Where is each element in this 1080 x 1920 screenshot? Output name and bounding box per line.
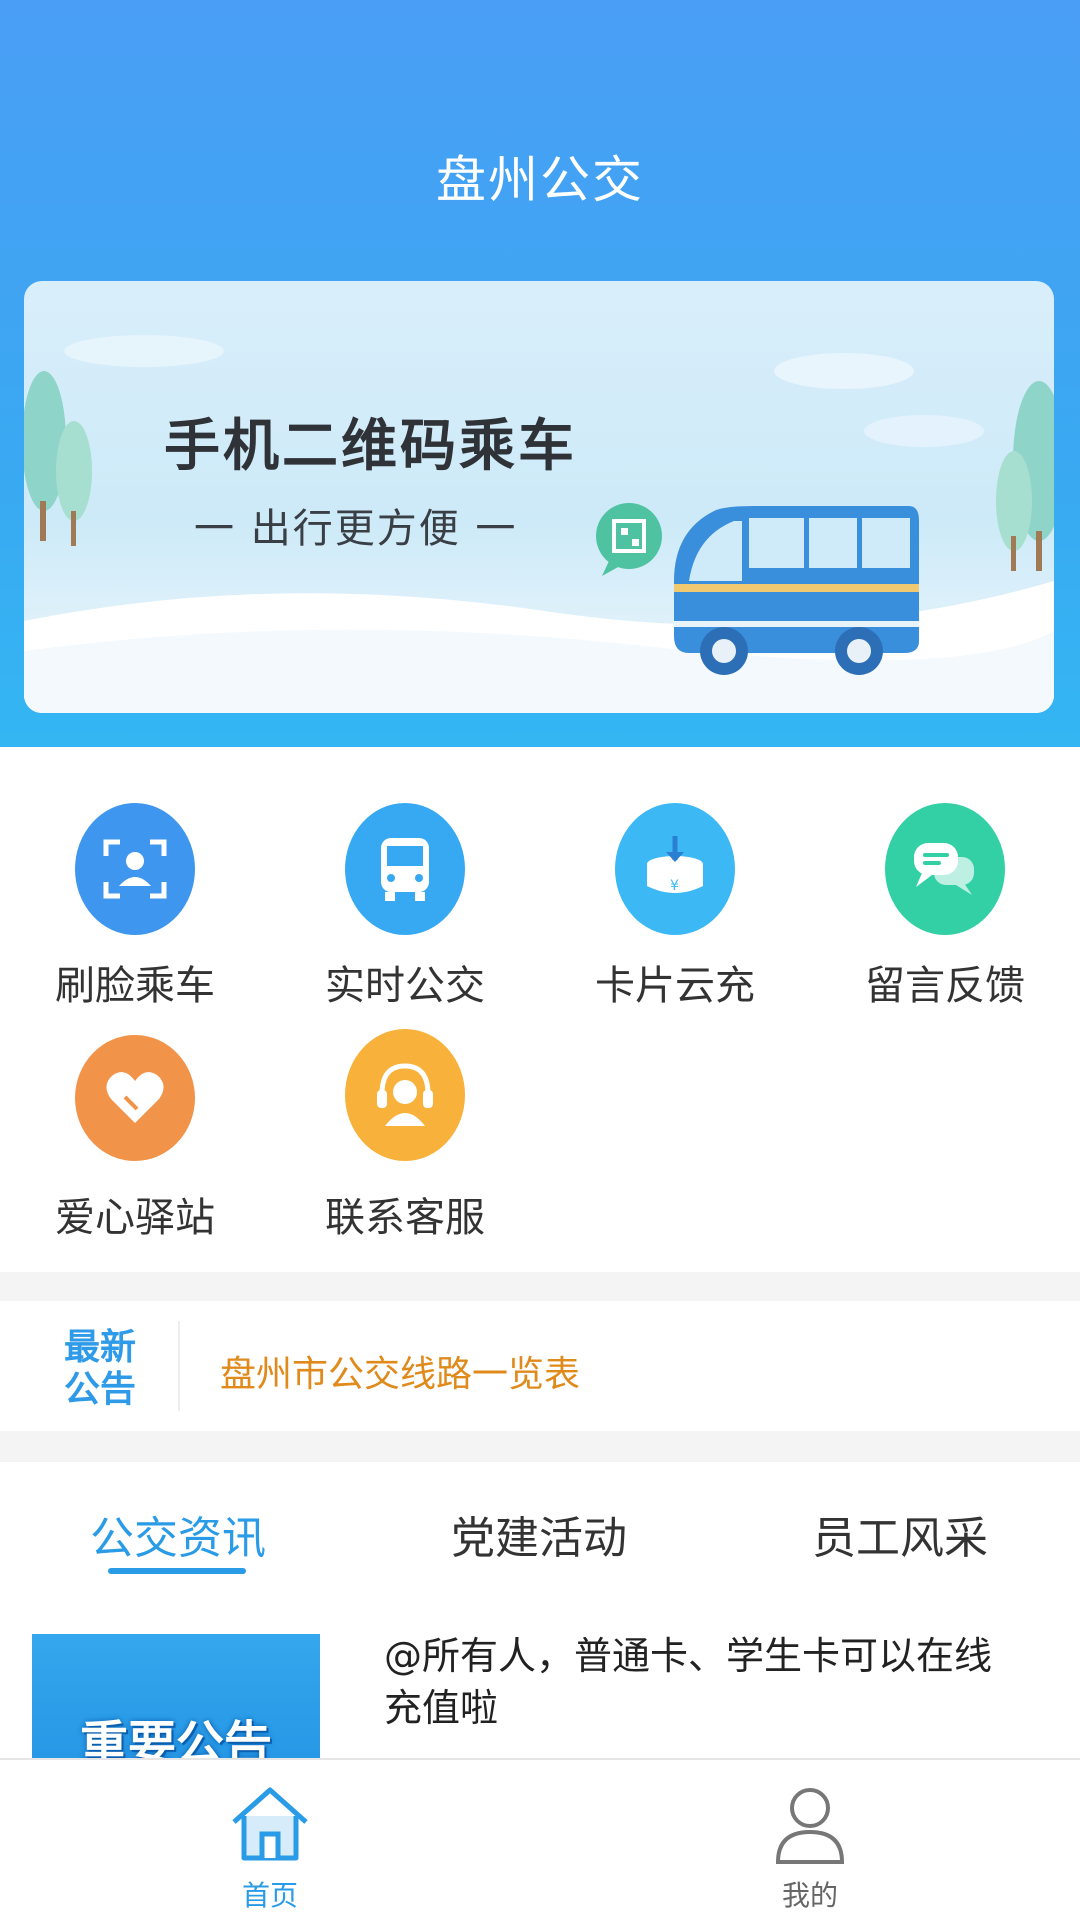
header: 盘州公交 手机二维码乘车 一 出行更方便 一 [0,0,1080,747]
love-station-button[interactable]: 爱心驿站 [0,1035,270,1255]
bottom-nav: 首页 我的 [0,1758,1080,1920]
function-grid: 刷脸乘车 实时公交 ¥ 卡片云充 留言反馈 爱心驿站 联系客服 [0,747,1080,1272]
app-title: 盘州公交 [436,151,644,209]
tab-bus-news[interactable]: 公交资讯 [90,1502,266,1566]
notice-bar[interactable]: 最新 公告 盘州市公交线路一览表 [0,1301,1080,1431]
card-recharge-icon: ¥ [615,803,735,935]
nav-mine-label: 我的 [781,1879,838,1912]
heart-icon [75,1035,195,1161]
user-icon [768,1782,852,1870]
headset-icon [345,1029,465,1161]
bus-illustration [674,506,919,675]
nav-home-label: 首页 [241,1879,298,1912]
tab-staff-style[interactable]: 员工风采 [812,1502,988,1566]
banner-title: 手机二维码乘车 [164,414,577,479]
banner-carousel[interactable]: 手机二维码乘车 一 出行更方便 一 [24,281,1054,713]
nav-mine[interactable]: 我的 [540,1760,1080,1920]
home-icon [226,1782,314,1870]
news-title: @所有人，普通卡、学生卡可以在线充值啦 [384,1634,993,1730]
realtime-bus-button[interactable]: 实时公交 [270,803,540,1023]
chat-bubbles-icon [885,803,1005,935]
page: 盘州公交 手机二维码乘车 一 出行更方便 一 刷脸乘车 实时公交 ¥ 卡片云充 … [0,0,1080,1920]
notice-divider [178,1321,180,1411]
customer-service-button[interactable]: 联系客服 [270,1029,540,1255]
card-recharge-button[interactable]: ¥ 卡片云充 [540,803,810,1023]
feedback-label: 留言反馈 [865,963,1025,1009]
notice-text[interactable]: 盘州市公交线路一览表 [220,1345,580,1397]
banner-illustration [24,335,1054,713]
nav-home[interactable]: 首页 [0,1760,540,1920]
card-recharge-label: 卡片云充 [595,963,755,1009]
face-scan-icon [75,803,195,935]
customer-service-label: 联系客服 [325,1195,485,1241]
bus-icon [345,803,465,935]
face-ride-label: 刷脸乘车 [55,963,215,1009]
notice-tag-line2: 公告 [64,1369,137,1410]
banner-subtitle: 一 出行更方便 一 [194,506,518,552]
love-station-label: 爱心驿站 [55,1195,215,1241]
tab-active-indicator [108,1568,246,1574]
notice-tag: 最新 公告 [64,1327,144,1411]
face-ride-button[interactable]: 刷脸乘车 [0,803,270,1023]
tab-party-activities[interactable]: 党建活动 [451,1502,627,1566]
notice-tag-line1: 最新 [64,1327,137,1368]
feedback-button[interactable]: 留言反馈 [810,803,1080,1023]
svg-text:¥: ¥ [670,878,679,894]
realtime-bus-label: 实时公交 [325,963,485,1009]
